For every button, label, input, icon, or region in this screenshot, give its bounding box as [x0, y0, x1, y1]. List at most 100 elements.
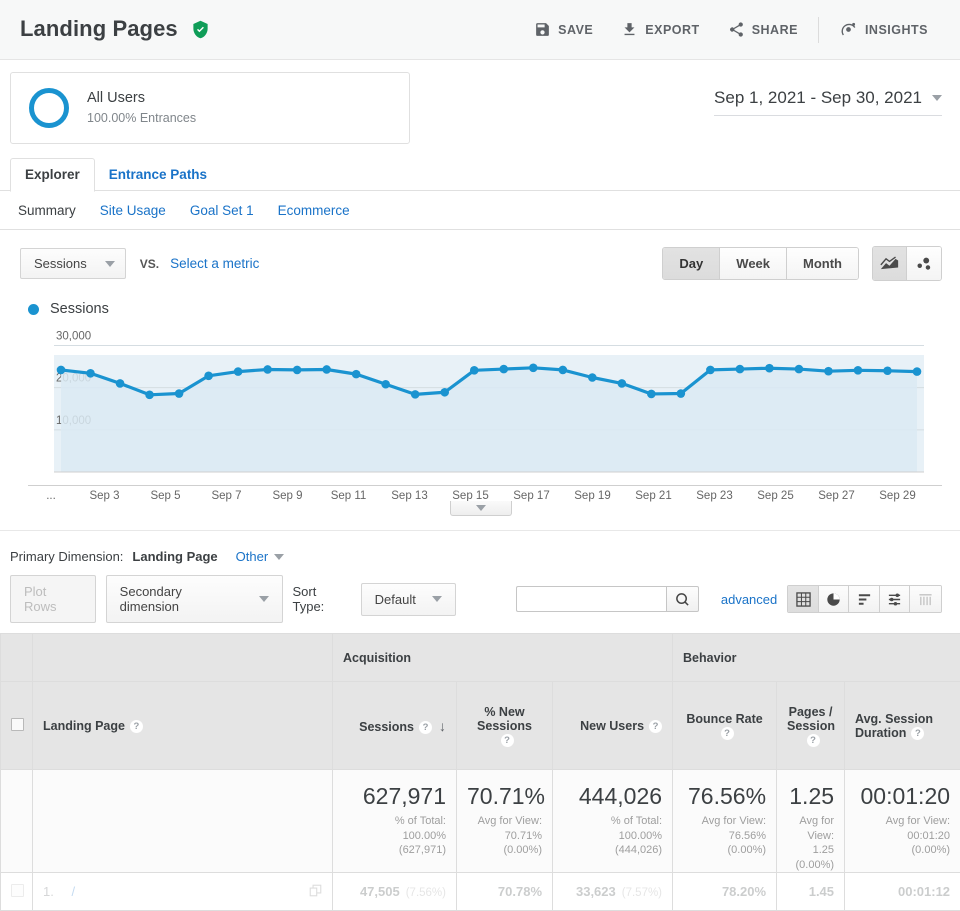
- subnav-ecommerce[interactable]: Ecommerce: [278, 203, 350, 218]
- granularity-week[interactable]: Week: [720, 248, 787, 279]
- plot-rows-button: Plot Rows: [10, 575, 96, 623]
- date-range-picker[interactable]: Sep 1, 2021 - Sep 30, 2021: [714, 88, 942, 116]
- svg-text:30,000: 30,000: [56, 330, 91, 342]
- row-select-cell: [1, 873, 33, 911]
- page-title-group: Landing Pages: [20, 16, 210, 44]
- subnav-summary[interactable]: Summary: [18, 203, 76, 218]
- help-icon[interactable]: ?: [501, 734, 514, 747]
- column-bounce-rate[interactable]: Bounce Rate?: [673, 682, 777, 770]
- subnav-site-usage[interactable]: Site Usage: [100, 203, 166, 218]
- timeline-handle[interactable]: [450, 501, 512, 516]
- comparison-view-icon[interactable]: [880, 586, 911, 612]
- table-view-icon[interactable]: [788, 586, 819, 612]
- primary-dimension-other[interactable]: Other: [236, 549, 285, 564]
- chart-right-controls: Day Week Month: [662, 246, 942, 281]
- subnav-goal-set-1[interactable]: Goal Set 1: [190, 203, 254, 218]
- tab-entrance-paths[interactable]: Entrance Paths: [95, 159, 221, 191]
- export-icon: [621, 21, 638, 38]
- column-landing-page-label: Landing Page: [43, 719, 125, 733]
- column-bounce-rate-label: Bounce Rate: [686, 712, 762, 726]
- save-label: SAVE: [558, 23, 593, 37]
- advanced-link[interactable]: advanced: [721, 592, 777, 607]
- table-row[interactable]: 1. / 47,505(7.56%) 70.78% 33,623(7.57%) …: [1, 873, 960, 911]
- page-header: Landing Pages SAVE EXPORT SHARE INSIGHTS: [0, 0, 960, 60]
- insights-button[interactable]: INSIGHTS: [825, 14, 942, 45]
- export-button[interactable]: EXPORT: [607, 15, 713, 44]
- metric-select-value: Sessions: [34, 256, 87, 271]
- report-subnav: Summary Site Usage Goal Set 1 Ecommerce: [0, 191, 960, 230]
- help-icon[interactable]: ?: [807, 734, 820, 747]
- share-button[interactable]: SHARE: [714, 15, 812, 44]
- row-pages-per-session-cell: 1.45: [777, 873, 845, 911]
- column-new-sessions-pct[interactable]: % NewSessions?: [457, 682, 553, 770]
- summary-pages-per-session-value: 1.25: [787, 784, 834, 809]
- summary-new-sessions-pct-detail: Avg for View:70.71%(0.00%): [467, 814, 542, 858]
- summary-blank-dim: [33, 770, 333, 873]
- group-header-blank-check: [1, 634, 33, 682]
- help-icon[interactable]: ?: [130, 720, 143, 733]
- summary-blank-check: [1, 770, 33, 873]
- row-new-users-value: 33,623: [576, 884, 616, 899]
- search-button[interactable]: [666, 586, 699, 612]
- summary-new-sessions-pct: 70.71% Avg for View:70.71%(0.00%): [457, 770, 553, 873]
- column-landing-page[interactable]: Landing Page?: [33, 682, 333, 770]
- group-header-acquisition: Acquisition: [333, 634, 673, 682]
- help-icon[interactable]: ?: [419, 721, 432, 734]
- line-chart-icon[interactable]: [873, 247, 907, 280]
- select-all-header: [1, 682, 33, 770]
- summary-bounce-rate: 76.56% Avg for View:76.56%(0.00%): [673, 770, 777, 873]
- summary-pages-per-session-detail: Avg forView:1.25(0.00%): [787, 814, 834, 872]
- save-button[interactable]: SAVE: [520, 15, 607, 44]
- other-label: Other: [236, 549, 269, 564]
- secondary-dimension-select[interactable]: Secondary dimension: [106, 575, 283, 623]
- legend-label: Sessions: [50, 301, 109, 317]
- segment-all-users[interactable]: All Users 100.00% Entrances: [10, 72, 410, 144]
- help-icon[interactable]: ?: [649, 720, 662, 733]
- chart-type-toggle: [872, 246, 942, 281]
- summary-bounce-rate-value: 76.56%: [683, 784, 766, 809]
- bar-chart-view-icon[interactable]: [849, 586, 880, 612]
- summary-sessions-detail: % of Total:100.00%(627,971): [343, 814, 446, 858]
- insights-label: INSIGHTS: [865, 23, 928, 37]
- segment-name: All Users: [87, 88, 196, 109]
- row-checkbox[interactable]: [11, 884, 24, 897]
- column-new-users-label: New Users: [580, 719, 644, 733]
- select-a-metric-link[interactable]: Select a metric: [170, 256, 259, 271]
- summary-avg-session-duration: 00:01:20 Avg for View:00:01:20(0.00%): [845, 770, 960, 873]
- granularity-day[interactable]: Day: [663, 248, 720, 279]
- primary-dimension-value[interactable]: Landing Page: [132, 549, 217, 564]
- search-input[interactable]: [516, 586, 666, 612]
- chevron-down-icon: [932, 95, 942, 101]
- row-new-users-pct: (7.57%): [622, 887, 662, 899]
- column-sessions[interactable]: Sessions?↓: [333, 682, 457, 770]
- summary-new-sessions-pct-value: 70.71%: [467, 784, 542, 809]
- segment-subtitle: 100.00% Entrances: [87, 109, 196, 127]
- help-icon[interactable]: ?: [721, 727, 734, 740]
- pie-chart-view-icon[interactable]: [819, 586, 850, 612]
- primary-dimension-row: Primary Dimension: Landing Page Other: [0, 530, 960, 575]
- row-sessions-pct: (7.56%): [406, 887, 446, 899]
- column-new-users[interactable]: New Users?: [553, 682, 673, 770]
- row-avg-session-duration-cell: 00:01:12: [845, 873, 960, 911]
- help-icon[interactable]: ?: [911, 727, 924, 740]
- column-sessions-label: Sessions: [359, 720, 414, 734]
- page-title: Landing Pages: [20, 16, 178, 41]
- sort-type-select[interactable]: Default: [361, 583, 456, 616]
- row-landing-page-link[interactable]: /: [71, 884, 75, 899]
- row-landing-page-cell: 1. /: [33, 873, 333, 911]
- metric-select[interactable]: Sessions: [20, 248, 126, 279]
- select-all-checkbox[interactable]: [11, 718, 24, 731]
- granularity-toggle: Day Week Month: [662, 247, 859, 280]
- chart-legend: Sessions: [28, 301, 942, 317]
- column-new-sessions-pct-label: % NewSessions: [477, 705, 532, 733]
- motion-chart-icon[interactable]: [907, 247, 941, 280]
- row-index: 1.: [43, 884, 54, 899]
- pivot-view-icon[interactable]: [910, 586, 941, 612]
- granularity-month[interactable]: Month: [787, 248, 858, 279]
- summary-avg-session-duration-detail: Avg for View:00:01:20(0.00%): [855, 814, 950, 858]
- open-in-new-icon[interactable]: [309, 884, 322, 900]
- summary-bounce-rate-detail: Avg for View:76.56%(0.00%): [683, 814, 766, 858]
- column-avg-session-duration[interactable]: Avg. SessionDuration?: [845, 682, 960, 770]
- tab-explorer[interactable]: Explorer: [10, 158, 95, 192]
- column-pages-per-session[interactable]: Pages /Session?: [777, 682, 845, 770]
